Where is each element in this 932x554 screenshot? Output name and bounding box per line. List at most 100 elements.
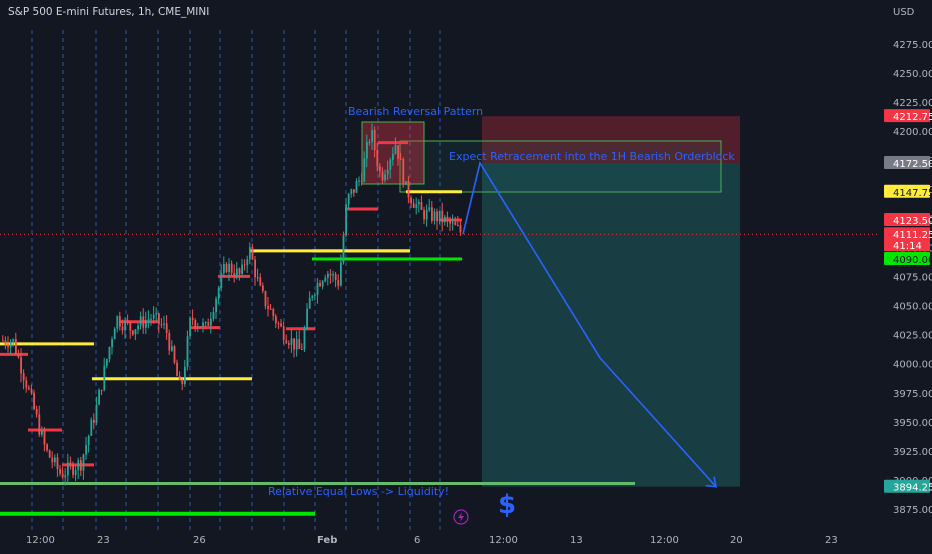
candle-body [106, 359, 108, 366]
candle-body [347, 194, 350, 205]
candle-body [241, 264, 243, 274]
candle-body [142, 316, 145, 328]
candle-body [290, 338, 293, 345]
candle-body [394, 145, 397, 154]
candle-body [171, 346, 173, 351]
candle-body [316, 283, 319, 295]
candle-body [90, 419, 93, 436]
candle-body [423, 209, 425, 220]
liquidity-label: Relative Equal Lows -> Liquidity! [268, 485, 449, 498]
candle-body [48, 450, 51, 458]
candle-body [436, 211, 438, 222]
candle-body [165, 323, 168, 334]
candle-body [303, 328, 306, 350]
price-tick-label: 3975.00 [893, 389, 932, 400]
candle-body [54, 457, 56, 463]
candle-body [379, 166, 381, 172]
candle-body [405, 181, 407, 185]
candle-body [15, 339, 17, 355]
candle-body [275, 316, 277, 324]
candle-body [272, 309, 275, 317]
candle-body [280, 323, 282, 327]
candle-body [238, 268, 241, 274]
candle-body [59, 468, 61, 474]
candle-body [173, 346, 176, 363]
candle-body [25, 380, 28, 388]
candle-body [262, 285, 264, 292]
candle-body [350, 189, 353, 195]
candle-body [35, 408, 38, 415]
candle-body [441, 210, 444, 223]
price-tick-label: 4275.00 [893, 40, 932, 51]
candle-body [363, 158, 366, 182]
candle-body [298, 339, 301, 350]
candle-body [264, 291, 267, 307]
time-tick-label: 12:00 [489, 535, 518, 546]
candle-body [80, 460, 82, 471]
candle-body [360, 180, 363, 182]
price-tick-label: 4050.00 [893, 302, 932, 313]
candle-body [389, 159, 392, 170]
chart-container[interactable]: Bearish Reversal Pattern Expect Retraceme… [0, 0, 932, 550]
candle-body [51, 457, 54, 463]
candle-body [332, 274, 334, 276]
time-tick-label: 23 [97, 535, 110, 546]
time-tick-label: 13 [570, 535, 583, 546]
candle-body [113, 328, 116, 340]
candle-body [293, 338, 295, 350]
candle-body [295, 339, 298, 350]
candle-body [189, 317, 191, 337]
candle-body [392, 153, 394, 160]
candle-body [2, 340, 4, 342]
candle-body [412, 203, 415, 208]
candle-body [158, 313, 160, 325]
candle-body [38, 414, 41, 435]
candle-body [415, 204, 418, 208]
candle-body [176, 362, 178, 377]
candle-body [457, 225, 459, 227]
candle-body [77, 460, 80, 471]
candle-body [340, 262, 342, 286]
candle-body [376, 150, 379, 167]
candle-body [137, 325, 139, 330]
price-chart[interactable]: Bearish Reversal Pattern Expect Retraceme… [0, 0, 932, 550]
candle-body [150, 318, 152, 320]
candle-body [132, 330, 134, 335]
candle-body [254, 259, 256, 278]
candle-body [9, 341, 12, 348]
candle-body [121, 326, 124, 331]
candle-body [342, 235, 345, 263]
candle-body [334, 274, 337, 280]
candle-body [194, 319, 197, 328]
candle-body [163, 323, 165, 325]
candle-body [230, 263, 233, 273]
candle-body [87, 435, 90, 446]
candle-body [85, 445, 87, 455]
candle-body [259, 277, 262, 286]
pattern-label: Bearish Reversal Pattern [348, 105, 483, 118]
dollar-icon: $ [498, 490, 516, 520]
price-tag-label: 4090.00 [893, 255, 932, 266]
candle-body [246, 259, 249, 266]
candle-body [444, 216, 446, 223]
target-zone [482, 162, 740, 487]
candle-body [28, 387, 30, 389]
candle-body [288, 343, 290, 345]
candle-body [197, 326, 199, 328]
orderblock-box [399, 140, 722, 193]
candle-body [418, 202, 420, 205]
time-tick-label: 20 [730, 535, 743, 546]
candle-body [215, 298, 217, 313]
candle-body [139, 316, 142, 326]
candle-body [337, 279, 340, 286]
candle-body [251, 247, 254, 260]
price-tick-label: 3950.00 [893, 418, 932, 429]
candle-body [100, 389, 103, 391]
candle-body [124, 320, 126, 331]
candle-body [72, 464, 74, 475]
candle-body [199, 326, 202, 328]
candle-body [301, 349, 303, 351]
currency-label: USD [893, 7, 915, 18]
candle-body [184, 366, 186, 384]
candle-body [178, 376, 181, 381]
